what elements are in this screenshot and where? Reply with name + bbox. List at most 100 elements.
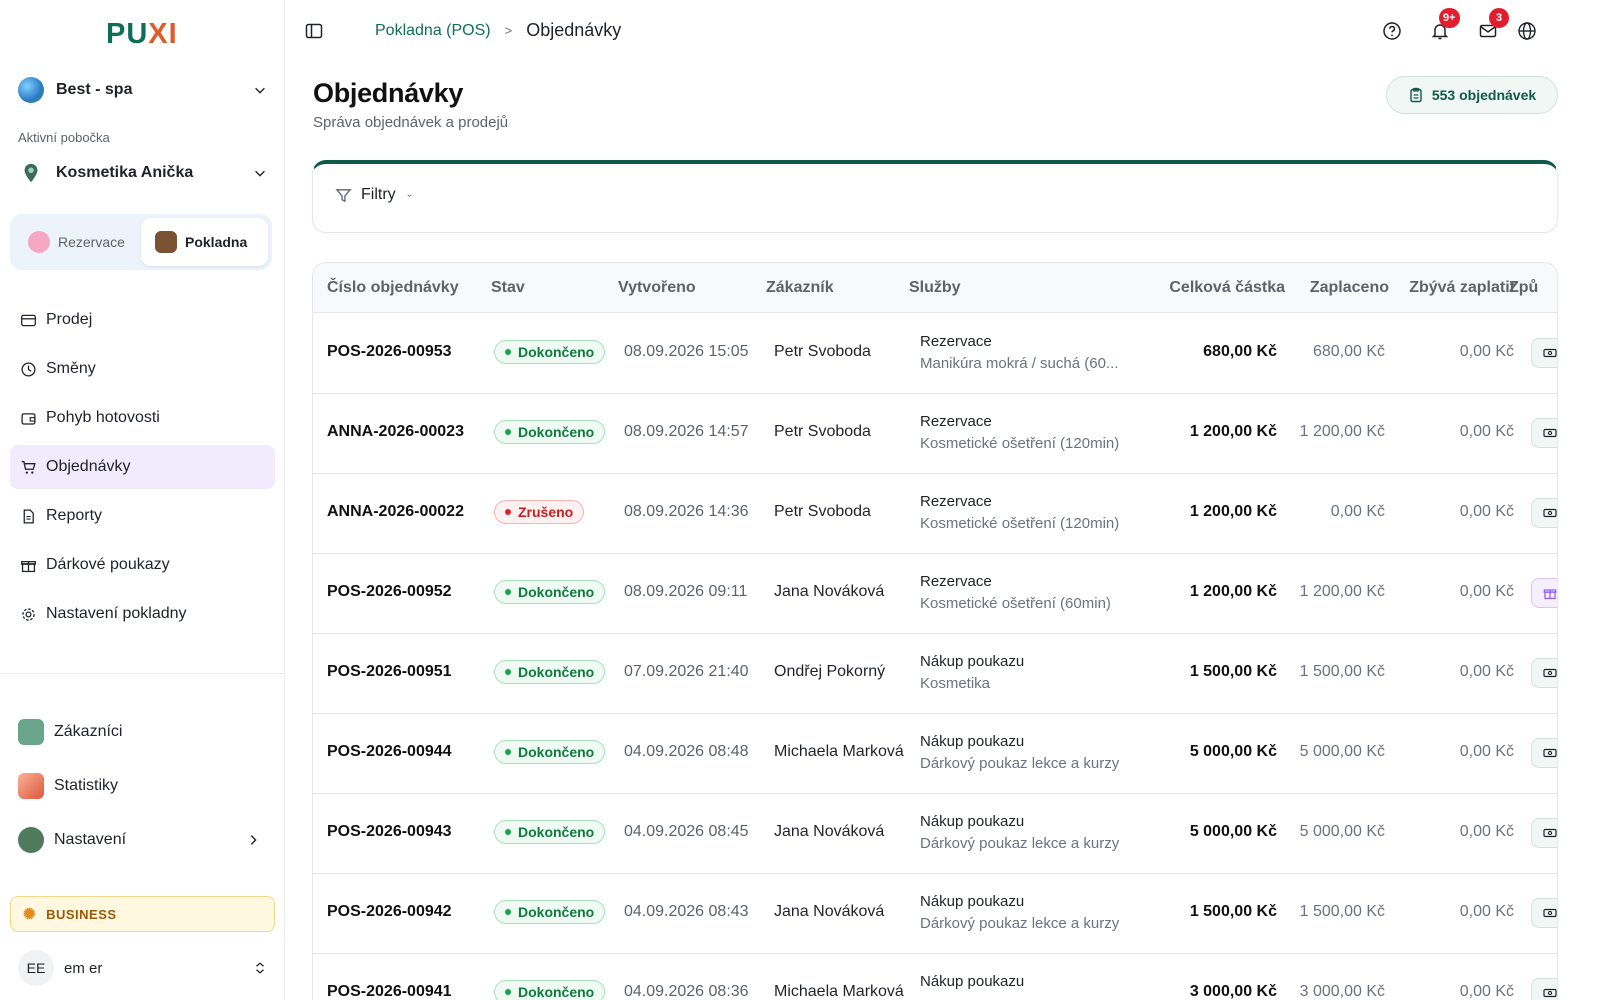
wallet-icon: [18, 408, 38, 428]
table-row[interactable]: POS-2026-00953 Dokončeno 08.09.2026 15:05 P…: [313, 313, 1557, 394]
status-badge: Dokončeno: [494, 740, 606, 764]
nav-item-objednavky[interactable]: Objednávky: [10, 445, 275, 489]
table-row[interactable]: ANNA-2026-00023 Dokončeno 08.09.2026 14:57…: [313, 393, 1557, 474]
remaining-amount: 0,00 Kč: [1459, 663, 1514, 680]
breadcrumb-pokladna[interactable]: Pokladna (POS): [375, 22, 491, 40]
service-title: Nákup poukazu: [920, 893, 1025, 910]
services: Rezervace Kosmetické ošetření (120min): [920, 411, 1140, 455]
payment-method-button[interactable]: [1531, 578, 1557, 608]
app-logo[interactable]: PUXI: [106, 18, 178, 51]
nav-item-darkove-poukazy[interactable]: Dárkové poukazy: [10, 543, 275, 587]
status-dot-icon: [505, 349, 511, 355]
table-row[interactable]: POS-2026-00942 Dokončeno 04.09.2026 08:43 J…: [313, 873, 1557, 954]
filter-button[interactable]: Filtry: [335, 186, 422, 204]
gear-icon: [18, 604, 38, 624]
column-header-order-number[interactable]: Číslo objednávky: [327, 279, 459, 297]
services: Rezervace Kosmetické ošetření (120min): [920, 491, 1140, 535]
branch-selector[interactable]: Kosmetika Anička: [18, 155, 268, 191]
nav-label: Statistiky: [54, 777, 119, 794]
customer-name: Michaela Marková: [774, 743, 904, 760]
help-icon[interactable]: [1381, 20, 1403, 42]
mail-icon[interactable]: 3: [1477, 8, 1509, 42]
nav-item-reporty[interactable]: Reporty: [10, 494, 275, 538]
topbar: Pokladna (POS) > Objednávky 9+ 3: [285, 0, 1600, 62]
table-row[interactable]: POS-2026-00952 Dokončeno 08.09.2026 09:11 J…: [313, 553, 1557, 634]
total-amount: 1 500,00 Kč: [1189, 663, 1277, 680]
filter-panel: Filtry: [312, 160, 1558, 233]
order-number[interactable]: POS-2026-00953: [327, 343, 452, 361]
payment-method-button[interactable]: [1531, 738, 1557, 768]
organization-selector[interactable]: Best - spa: [18, 72, 268, 108]
column-header-paid[interactable]: Zaplaceno: [1310, 279, 1389, 297]
plan-badge[interactable]: ✺ BUSINESS: [10, 896, 275, 932]
order-count-badge: 553 objednávek: [1386, 76, 1558, 114]
cash-icon: [1543, 348, 1557, 358]
order-number[interactable]: POS-2026-00951: [327, 663, 452, 681]
column-header-payment-method[interactable]: Způ: [1509, 279, 1538, 297]
table-header: Číslo objednávky Stav Vytvořeno Zákazník…: [313, 263, 1557, 313]
service-detail: Manikúra mokrá / suchá (60...: [920, 355, 1119, 372]
table-row[interactable]: POS-2026-00944 Dokončeno 04.09.2026 08:48 M…: [313, 713, 1557, 794]
order-number[interactable]: POS-2026-00944: [327, 743, 452, 761]
column-header-customer[interactable]: Zákazník: [766, 279, 834, 297]
paid-amount: 1 500,00 Kč: [1299, 663, 1385, 680]
nav-item-statistiky[interactable]: Statistiky: [10, 764, 275, 808]
sidebar: PUXI Best - spa Aktivní pobočka Kosmetik…: [0, 0, 285, 1000]
logo-text: PU: [106, 18, 149, 50]
user-menu[interactable]: EE em er: [18, 950, 268, 986]
order-number[interactable]: ANNA-2026-00023: [327, 423, 464, 441]
order-number[interactable]: POS-2026-00942: [327, 903, 452, 921]
module-rezervace-button[interactable]: Rezervace: [14, 218, 141, 266]
service-detail: Dárkový poukaz lekce a kurzy: [920, 915, 1120, 932]
nav-item-nastaveni[interactable]: Nastavení: [10, 818, 275, 862]
payment-method-button[interactable]: [1531, 338, 1557, 368]
payment-method-button[interactable]: [1531, 418, 1557, 448]
column-header-services[interactable]: Služby: [909, 279, 961, 297]
nav-item-nastaveni-pokladny[interactable]: Nastavení pokladny: [10, 592, 275, 636]
payment-method-button[interactable]: [1531, 498, 1557, 528]
table-row[interactable]: POS-2026-00941 Dokončeno 04.09.2026 08:36 M…: [313, 953, 1557, 1000]
column-header-created[interactable]: Vytvořeno: [618, 279, 696, 297]
payment-method-button[interactable]: [1531, 818, 1557, 848]
service-title: Rezervace: [920, 333, 992, 350]
payment-method-button[interactable]: [1531, 658, 1557, 688]
remaining-amount: 0,00 Kč: [1459, 823, 1514, 840]
customer-name: Michaela Marková: [774, 983, 904, 1000]
nav-item-pohyb-hotovosti[interactable]: Pohyb hotovosti: [10, 396, 275, 440]
status-dot-icon: [505, 509, 511, 515]
sidebar-toggle-icon[interactable]: [305, 22, 323, 40]
chevron-right-icon: [245, 832, 261, 848]
nav-label: Reporty: [46, 507, 103, 524]
payment-method-button[interactable]: [1531, 978, 1557, 1000]
nav-item-smeny[interactable]: Směny: [10, 347, 275, 391]
order-number[interactable]: POS-2026-00941: [327, 983, 452, 1000]
services: Rezervace Manikúra mokrá / suchá (60...: [920, 331, 1140, 375]
order-number[interactable]: POS-2026-00943: [327, 823, 452, 841]
globe-icon[interactable]: [1516, 20, 1538, 42]
calendar-icon: [28, 231, 50, 253]
table-row[interactable]: POS-2026-00951 Dokončeno 07.09.2026 21:40 O…: [313, 633, 1557, 714]
customer-name: Petr Svoboda: [774, 503, 871, 520]
table-row[interactable]: ANNA-2026-00022 Zrušeno 08.09.2026 14:36 Pe…: [313, 473, 1557, 554]
column-header-status[interactable]: Stav: [491, 279, 525, 297]
service-detail: Kosmetické ošetření (120min): [920, 435, 1120, 452]
bell-icon[interactable]: 9+: [1429, 8, 1460, 42]
nav-item-zakaznici[interactable]: Zákazníci: [10, 710, 275, 754]
module-pokladna-button[interactable]: Pokladna: [141, 218, 268, 266]
column-header-total[interactable]: Celková částka: [1169, 279, 1285, 297]
paid-amount: 680,00 Kč: [1312, 343, 1385, 360]
column-header-remaining[interactable]: Zbývá zaplatit: [1409, 279, 1515, 297]
filter-label: Filtry: [361, 186, 396, 203]
order-number[interactable]: ANNA-2026-00022: [327, 503, 464, 521]
nav-item-prodej[interactable]: Prodej: [10, 298, 275, 342]
payment-method-button[interactable]: [1531, 898, 1557, 928]
service-title: Rezervace: [920, 413, 992, 430]
table-row[interactable]: POS-2026-00943 Dokončeno 04.09.2026 08:45 J…: [313, 793, 1557, 874]
chevron-updown-icon: [252, 960, 268, 976]
settings-icon: [18, 827, 44, 853]
order-number[interactable]: POS-2026-00952: [327, 583, 452, 601]
messages-badge: 3: [1489, 8, 1509, 28]
logo-accent-text: XI: [148, 18, 178, 50]
branch-name: Kosmetika Anička: [56, 164, 194, 181]
remaining-amount: 0,00 Kč: [1459, 343, 1514, 360]
